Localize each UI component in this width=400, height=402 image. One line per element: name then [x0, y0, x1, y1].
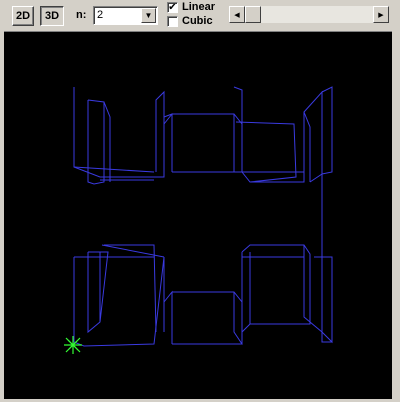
- cubic-checkbox[interactable]: [167, 16, 178, 27]
- curve-segment: [163, 290, 243, 345]
- curve-segment: [233, 86, 323, 183]
- n-select-value: 2: [97, 9, 104, 21]
- linear-label: Linear: [182, 1, 216, 13]
- render-canvas[interactable]: [4, 31, 392, 399]
- 3d-button[interactable]: 3D: [40, 6, 64, 26]
- scroll-left-icon[interactable]: ◀: [229, 6, 245, 23]
- curve-segment: [163, 113, 243, 173]
- linear-checkbox[interactable]: ✔: [167, 2, 178, 13]
- curve-segment: [163, 113, 235, 172]
- curve-segment: [87, 244, 157, 334]
- toolbar: 2D 3D n: 2 ▼ ✔ Linear Cubic ◀ ▶: [0, 0, 400, 31]
- curve-segment: [314, 174, 323, 332]
- curve-segment: [74, 252, 154, 322]
- curve-segment: [249, 245, 333, 344]
- scroll-thumb[interactable]: [245, 6, 261, 23]
- curve-segment: [87, 99, 105, 185]
- 2d-button[interactable]: 2D: [12, 6, 34, 26]
- chevron-down-icon[interactable]: ▼: [141, 8, 156, 23]
- cubic-label: Cubic: [182, 15, 213, 27]
- curve-segment: [303, 86, 333, 182]
- marker-icon: [64, 336, 82, 354]
- n-label: n:: [76, 9, 87, 21]
- n-select[interactable]: 2 ▼: [93, 6, 158, 25]
- curve-segment: [241, 244, 311, 334]
- curve-drawing: [64, 86, 333, 354]
- curve-segment: [235, 121, 304, 183]
- horizontal-scrollbar[interactable]: ◀ ▶: [229, 6, 389, 23]
- scroll-right-icon[interactable]: ▶: [373, 6, 389, 23]
